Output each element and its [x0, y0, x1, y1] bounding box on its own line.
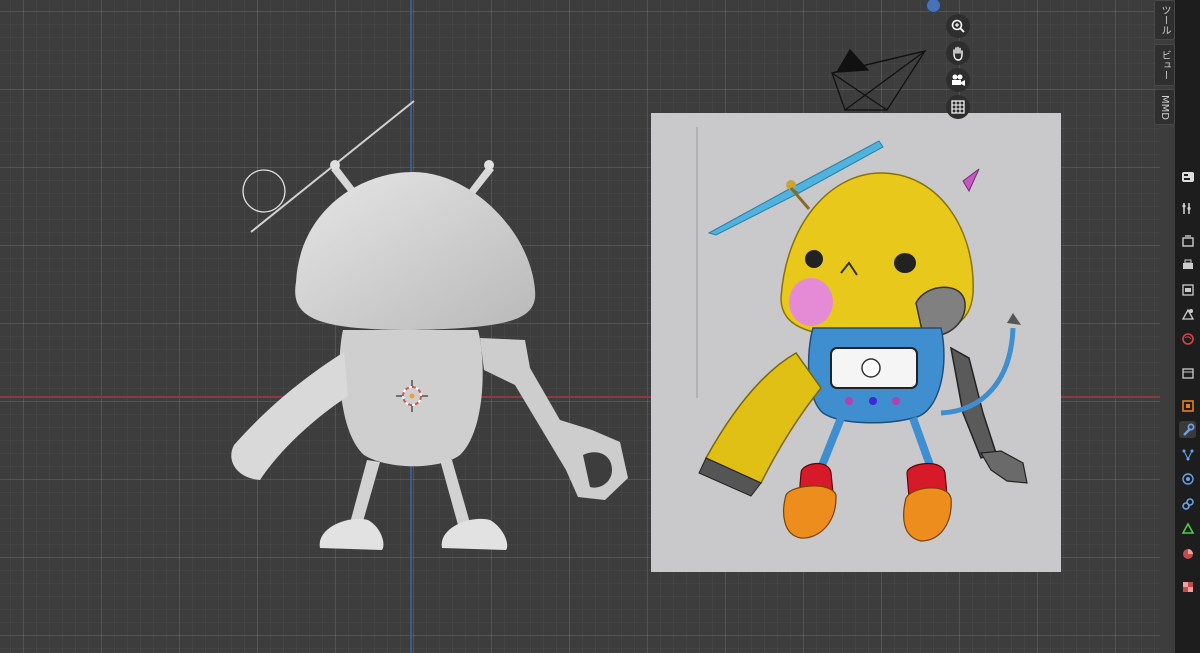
3d-viewport[interactable]	[0, 0, 1160, 653]
physics-icon[interactable]	[1179, 470, 1196, 487]
texture-icon[interactable]	[1179, 578, 1196, 595]
data-icon[interactable]	[1179, 520, 1196, 537]
tab-tool-label: ツール	[1159, 5, 1170, 35]
reference-image-plane[interactable]	[651, 113, 1061, 572]
properties-editor-tabs	[1175, 0, 1200, 653]
grid-ortho-icon[interactable]	[946, 95, 970, 119]
navigation-gizmo	[946, 14, 972, 122]
camera-view-icon[interactable]	[946, 68, 970, 92]
camera-object[interactable]	[830, 48, 927, 112]
view-layer-icon[interactable]	[1179, 281, 1196, 298]
tab-view[interactable]: ビュー	[1154, 44, 1175, 86]
tab-mmd-label: MMD	[1159, 94, 1170, 120]
tab-mmd[interactable]: MMD	[1154, 89, 1175, 125]
zoom-icon[interactable]	[946, 14, 970, 38]
tab-tool[interactable]: ツール	[1154, 0, 1175, 40]
hand-pan-icon[interactable]	[946, 41, 970, 65]
robot-mesh[interactable]	[231, 160, 628, 550]
tab-view-label: ビュー	[1159, 50, 1170, 80]
editor-type-icon[interactable]	[1179, 168, 1196, 185]
constraints-icon[interactable]	[1179, 495, 1196, 512]
particles-icon[interactable]	[1179, 446, 1196, 463]
render-icon[interactable]	[1179, 232, 1196, 249]
tool-settings-icon[interactable]	[1179, 200, 1196, 217]
sidebar-tabs: ツール ビュー MMD	[1153, 0, 1175, 130]
modifier-wrench-icon[interactable]	[1179, 421, 1196, 438]
object-icon[interactable]	[1179, 397, 1196, 414]
world-icon[interactable]	[1179, 330, 1196, 347]
output-icon[interactable]	[1179, 256, 1196, 273]
scene-icon[interactable]	[1179, 305, 1196, 322]
collection-icon[interactable]	[1179, 364, 1196, 381]
material-icon[interactable]	[1179, 545, 1196, 562]
